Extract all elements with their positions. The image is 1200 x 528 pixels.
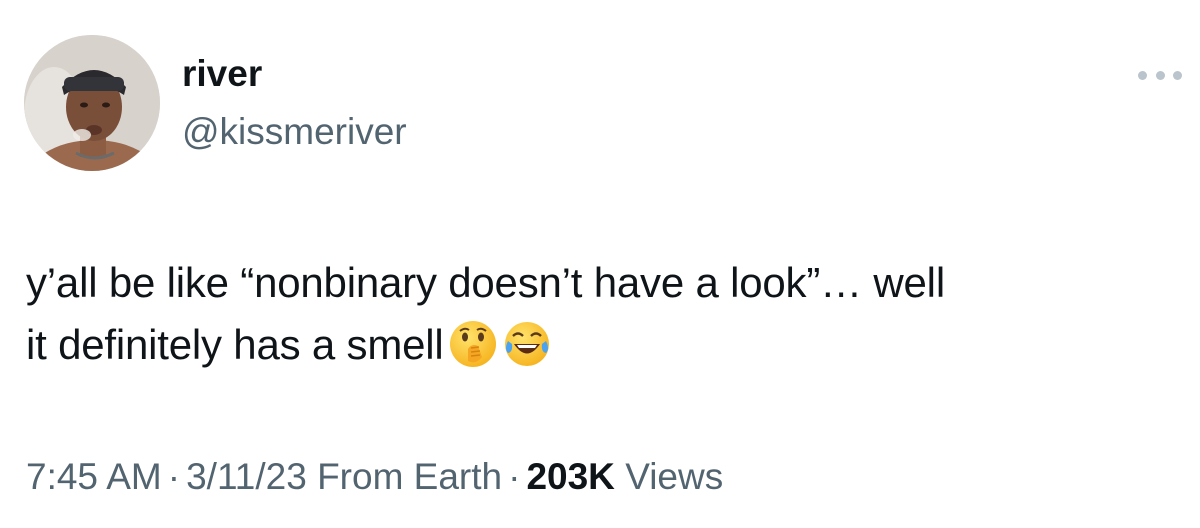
face-with-hand-over-mouth-emoji	[449, 321, 496, 367]
more-horizontal-icon-dot	[1173, 70, 1182, 80]
avatar[interactable]	[24, 35, 160, 171]
meta-separator: ·	[167, 456, 181, 497]
meta-separator-2: ·	[508, 456, 521, 497]
tweet-text-line-1: y’all be like “nonbinary doesn’t have a …	[26, 259, 945, 306]
views-label[interactable]: Views	[625, 456, 723, 497]
user-handle[interactable]: @kissmeriver	[182, 110, 407, 154]
tweet-time[interactable]: 7:45 AM	[26, 456, 162, 497]
more-horizontal-icon-dot	[1155, 70, 1165, 80]
display-name[interactable]: river	[182, 52, 262, 96]
views-count[interactable]: 203K	[526, 456, 614, 497]
tweet-card: river @kissmeriver y’all be like “nonbin…	[0, 0, 1200, 528]
tweet-source: From Earth	[317, 456, 503, 497]
tweet-text: y’all be like “nonbinary doesn’t have a …	[26, 252, 1186, 376]
more-horizontal-icon	[1138, 70, 1147, 80]
tweet-text-line-2-text: it definitely has a smell	[26, 321, 444, 368]
tweet-date[interactable]: 3/11/23	[186, 456, 307, 497]
more-options-button[interactable]	[1138, 60, 1182, 90]
tweet-text-line-2: it definitely has a smell	[26, 314, 1186, 376]
tweet-meta: 7:45 AM · 3/11/23 From Earth · 203K Views	[26, 455, 723, 499]
tears-of-joy-emoji	[504, 322, 549, 366]
avatar-image	[24, 35, 160, 171]
